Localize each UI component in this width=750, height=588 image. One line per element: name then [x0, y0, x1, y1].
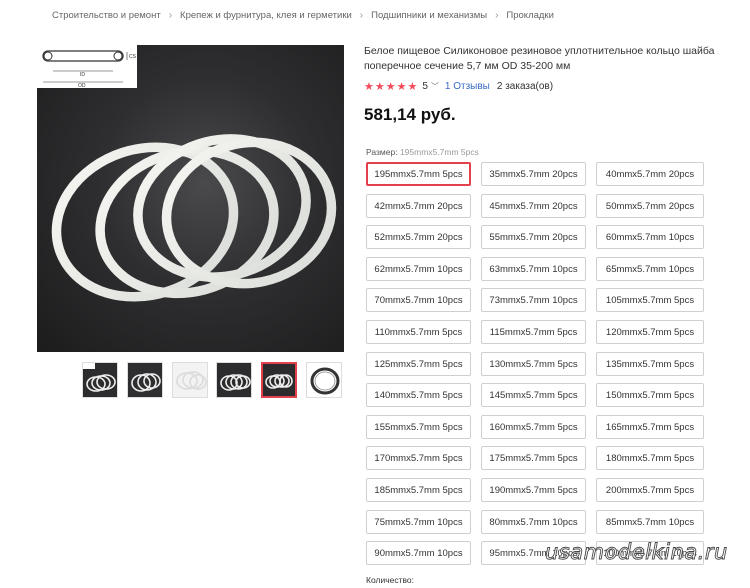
breadcrumb-separator-icon: ›	[168, 9, 173, 21]
main-product-image[interactable]: ID OD CS	[37, 45, 344, 352]
diagram-id-label: ID	[80, 72, 85, 78]
size-option[interactable]: 70mmx5.7mm 10pcs	[366, 288, 471, 312]
diagram-cs-label: CS	[129, 54, 137, 60]
size-option[interactable]: 60mmx5.7mm 10pcs	[596, 225, 704, 249]
size-label: Размер:	[366, 147, 398, 157]
thumb-rings-image	[217, 363, 252, 397]
size-option[interactable]: 145mmx5.7mm 5pcs	[481, 383, 586, 407]
size-option[interactable]: 35mmx5.7mm 20pcs	[481, 162, 586, 186]
reviews-link[interactable]: 1 Отзывы	[445, 81, 490, 92]
size-selected-value: 195mmx5.7mm 5pcs	[399, 147, 479, 157]
thumb-rings-image	[127, 363, 162, 397]
size-option[interactable]: 155mmx5.7mm 5pcs	[366, 415, 471, 439]
size-option[interactable]: 85mmx5.7mm 10pcs	[596, 510, 704, 534]
size-option[interactable]: 90mmx5.7mm 10pcs	[366, 541, 471, 565]
chevron-down-icon[interactable]: ﹀	[431, 81, 439, 92]
size-option[interactable]: 55mmx5.7mm 20pcs	[481, 225, 586, 249]
thumb-rings-image	[263, 364, 296, 396]
size-option[interactable]: 80mmx5.7mm 10pcs	[481, 510, 586, 534]
thumbnail-strip	[82, 362, 351, 398]
thumbnail-6[interactable]	[305, 362, 342, 398]
size-option[interactable]: 115mmx5.7mm 5pcs	[481, 320, 586, 344]
size-option[interactable]: 65mmx5.7mm 10pcs	[596, 257, 704, 281]
size-option[interactable]: 63mmx5.7mm 10pcs	[481, 257, 586, 281]
rating-row: ★★★★★ 5 ﹀ 1 Отзывы 2 заказа(ов)	[364, 80, 553, 93]
rating-value: 5	[422, 81, 428, 92]
rating-stars-icon: ★★★★★	[364, 81, 419, 93]
breadcrumb-item-construction[interactable]: Строительство и ремонт	[52, 10, 161, 21]
thumbnail-4[interactable]	[216, 362, 253, 398]
thumb-rings-image	[172, 363, 207, 397]
o-rings-photo: ID OD CS	[37, 45, 337, 302]
quantity-label: Количество:	[366, 575, 415, 585]
size-option[interactable]: 62mmx5.7mm 10pcs	[366, 257, 471, 281]
rings-group	[51, 134, 337, 302]
breadcrumb-item-bearings[interactable]: Подшипники и механизмы	[371, 10, 487, 21]
size-option[interactable]: 52mmx5.7mm 20pcs	[366, 225, 471, 249]
breadcrumb-item-fasteners[interactable]: Крепеж и фурнитура, клея и герметики	[180, 10, 352, 21]
size-option[interactable]: 73mmx5.7mm 10pcs	[481, 288, 586, 312]
breadcrumb-item-gaskets[interactable]: Прокладки	[506, 10, 554, 21]
thumbnail-5[interactable]	[261, 362, 298, 398]
size-option[interactable]: 140mmx5.7mm 5pcs	[366, 383, 471, 407]
price: 581,14 руб.	[364, 105, 456, 124]
size-option[interactable]: 42mmx5.7mm 20pcs	[366, 194, 471, 218]
size-option[interactable]: 125mmx5.7mm 5pcs	[366, 352, 471, 376]
size-option[interactable]: 175mmx5.7mm 5pcs	[481, 446, 586, 470]
size-option[interactable]: 50mmx5.7mm 20pcs	[596, 194, 704, 218]
size-option[interactable]: 135mmx5.7mm 5pcs	[596, 352, 704, 376]
product-title: Белое пищевое Силиконовое резиновое упло…	[364, 45, 715, 72]
size-option[interactable]: 150mmx5.7mm 5pcs	[596, 383, 704, 407]
size-option[interactable]: 75mmx5.7mm 10pcs	[366, 510, 471, 534]
watermark: usamodelkina.ru	[545, 540, 728, 565]
size-label-row: Размер: 195mmx5.7mm 5pcs	[366, 147, 479, 157]
size-option[interactable]: 130mmx5.7mm 5pcs	[481, 352, 586, 376]
size-option[interactable]: 190mmx5.7mm 5pcs	[481, 478, 586, 502]
size-option[interactable]: 40mmx5.7mm 20pcs	[596, 162, 704, 186]
thumbnail-2[interactable]	[126, 362, 163, 398]
size-option[interactable]: 45mmx5.7mm 20pcs	[481, 194, 586, 218]
breadcrumb-separator-icon: ›	[359, 9, 364, 21]
size-option[interactable]: 195mmx5.7mm 5pcs	[366, 162, 471, 186]
size-option[interactable]: 160mmx5.7mm 5pcs	[481, 415, 586, 439]
size-option[interactable]: 105mmx5.7mm 5pcs	[596, 288, 704, 312]
size-option[interactable]: 185mmx5.7mm 5pcs	[366, 478, 471, 502]
thumb-rings-image	[83, 363, 117, 397]
size-option[interactable]: 110mmx5.7mm 5pcs	[366, 320, 471, 344]
thumb-ring-image	[306, 363, 341, 397]
size-option[interactable]: 180mmx5.7mm 5pcs	[596, 446, 704, 470]
diagram-od-label: OD	[78, 83, 86, 89]
size-option[interactable]: 170mmx5.7mm 5pcs	[366, 446, 471, 470]
thumbnail-3[interactable]	[171, 362, 208, 398]
size-option[interactable]: 120mmx5.7mm 5pcs	[596, 320, 704, 344]
breadcrumb: Строительство и ремонт › Крепеж и фурнит…	[52, 8, 554, 22]
breadcrumb-separator-icon: ›	[495, 9, 499, 21]
orders-count: 2 заказа(ов)	[496, 81, 554, 92]
size-option[interactable]: 200mmx5.7mm 5pcs	[596, 478, 704, 502]
size-option[interactable]: 165mmx5.7mm 5pcs	[596, 415, 704, 439]
thumbnail-1[interactable]	[82, 362, 118, 398]
